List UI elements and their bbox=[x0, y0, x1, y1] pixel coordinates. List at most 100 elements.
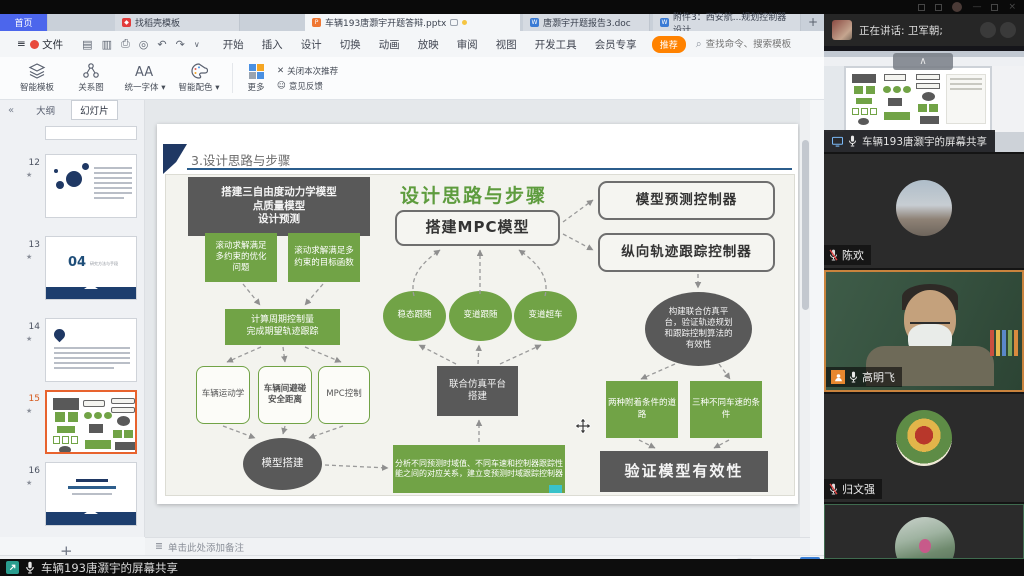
node-vehicle-kinematics[interactable]: 车辆运动学 bbox=[196, 366, 250, 424]
slide-thumb-14[interactable] bbox=[45, 318, 137, 382]
undo-icon[interactable]: ↶ bbox=[157, 38, 166, 51]
screen-share-icon[interactable] bbox=[6, 561, 19, 574]
participant-tile-guiwenqiang[interactable]: 归文强 bbox=[824, 394, 1024, 502]
collapse-preview-button[interactable]: ∧ bbox=[893, 53, 953, 70]
participant-tile-chenhuan[interactable]: 陈欢 bbox=[824, 154, 1024, 268]
save-icon[interactable]: ▤ bbox=[82, 38, 92, 51]
participant-tile-gaomingfei[interactable]: 高明飞 bbox=[824, 270, 1024, 392]
audio-button[interactable] bbox=[980, 22, 996, 38]
menu-view[interactable]: 视图 bbox=[487, 31, 526, 57]
node-build-3dof-model[interactable]: 搭建三自由度动力学模型 点质量模型 设计预测 bbox=[188, 177, 370, 236]
file-menu[interactable]: ≡ 文件 bbox=[8, 31, 72, 57]
mic-icon[interactable] bbox=[25, 561, 35, 574]
tab-doc-report[interactable]: W 唐灏宇开题报告3.doc bbox=[523, 14, 650, 31]
preview-icon[interactable]: ◎ bbox=[139, 38, 149, 51]
node-sim-verification[interactable]: 构建联合仿真平 台，验证轨迹规划 和跟踪控制算法的 有效性 bbox=[645, 292, 752, 366]
close-icon[interactable]: × bbox=[1008, 2, 1016, 12]
menu-membership[interactable]: 会员专享 bbox=[586, 31, 646, 57]
banner-buttons bbox=[980, 22, 1016, 38]
avatar bbox=[896, 180, 952, 236]
relation-chart-button[interactable]: 关系图 bbox=[64, 58, 118, 98]
tab-docer-templates[interactable]: ◆ 找稻壳模板 bbox=[115, 14, 240, 31]
grid-view-icon[interactable] bbox=[935, 4, 942, 11]
node-objective-function[interactable]: 滚动求解满足多 约束的目标函数 bbox=[288, 233, 360, 282]
document-tabbar: 首页 ◆ 找稻壳模板 P 车辆193唐灏宇开题答辩.pptx W 唐灏宇开题报告… bbox=[0, 14, 824, 31]
export-icon[interactable]: ▥ bbox=[102, 38, 112, 51]
menu-start[interactable]: 开始 bbox=[214, 31, 253, 57]
node-model-building[interactable]: 模型搭建 bbox=[243, 438, 322, 490]
tab-slides[interactable]: 幻灯片 bbox=[71, 100, 118, 120]
node-lane-change-overtake[interactable]: 变道超车 bbox=[514, 291, 577, 341]
window-controls: — × bbox=[918, 2, 1016, 12]
menu-insert[interactable]: 插入 bbox=[253, 31, 292, 57]
node-safe-distance[interactable]: 车辆间避碰 安全距离 bbox=[258, 366, 312, 424]
slide-thumb-16[interactable] bbox=[45, 462, 137, 526]
node-speed-conditions[interactable]: 三种不同车速的条 件 bbox=[690, 381, 762, 438]
node-model-predictive-controller[interactable]: 模型预测控制器 bbox=[598, 181, 775, 220]
slide-thumb-partial[interactable] bbox=[45, 126, 137, 140]
node-cosim-platform[interactable]: 联合仿真平台 搭建 bbox=[437, 366, 518, 416]
collapse-panel-icon[interactable]: « bbox=[8, 105, 14, 116]
screen-share-preview[interactable]: ∧ 车辆193唐灏宇的屏幕共享 bbox=[824, 46, 1024, 152]
node-analysis[interactable]: 分析不同预测时域值、不同车速和控制器跟踪性能之间的对应关系，建立变预测时域跟踪控… bbox=[393, 445, 565, 493]
node-longitudinal-tracking-controller[interactable]: 纵向轨迹跟踪控制器 bbox=[598, 233, 775, 272]
menu-transition[interactable]: 切换 bbox=[331, 31, 370, 57]
participant-tile-partial[interactable] bbox=[824, 504, 1024, 559]
node-build-mpc-model[interactable]: 搭建MPC模型 bbox=[395, 210, 560, 246]
new-tab-button[interactable]: + bbox=[808, 15, 818, 29]
slide-thumb-13[interactable]: 04 研究方法与手段 bbox=[45, 236, 137, 300]
ppt-file-icon: P bbox=[312, 18, 321, 27]
node-road-conditions[interactable]: 两种附着条件的道 路 bbox=[606, 381, 678, 438]
tab-outline[interactable]: 大纲 bbox=[28, 101, 63, 119]
smart-color-button[interactable]: 智能配色 ▾ bbox=[172, 58, 226, 98]
node-cycle-control[interactable]: 计算周期控制量 完成期望轨迹跟踪 bbox=[225, 309, 340, 345]
meeting-panel: 正在讲话: 卫军朝; bbox=[824, 14, 1024, 559]
transition-star-icon: ★ bbox=[26, 171, 32, 179]
tab-active-pptx[interactable]: P 车辆193唐灏宇开题答辩.pptx bbox=[305, 14, 520, 31]
tab-doc-attachment[interactable]: W 附件3：西安航...规划控制器设计 bbox=[653, 14, 801, 31]
notes-bar[interactable]: ≣ 单击此处添加备注 bbox=[145, 537, 810, 555]
menu-slideshow[interactable]: 放映 bbox=[409, 31, 448, 57]
print-icon[interactable]: ⎙ bbox=[121, 37, 130, 51]
feedback-link[interactable]: ☺ 意见反馈 bbox=[277, 80, 338, 92]
slide-heading[interactable]: 3.设计思路与步骤 bbox=[191, 150, 290, 169]
minimize-icon[interactable]: — bbox=[972, 2, 981, 12]
share-source-label: 车辆193唐灏宇的屏幕共享 bbox=[824, 130, 995, 152]
node-lane-change-follow[interactable]: 变道跟随 bbox=[449, 291, 512, 341]
close-promo-link[interactable]: ✕ 关闭本次推荐 bbox=[277, 65, 338, 77]
title-flag-shape[interactable] bbox=[163, 144, 187, 174]
command-search[interactable]: ⌕ bbox=[696, 38, 816, 51]
flowchart-title[interactable]: 设计思路与步骤 bbox=[400, 181, 547, 208]
slide-canvas[interactable]: 3.设计思路与步骤 搭建三自由度动力学模型 点质量模型 设计预测 设计思路与步骤… bbox=[157, 124, 798, 504]
node-rolling-optimization[interactable]: 滚动求解满足 多约束的优化 问题 bbox=[205, 233, 277, 282]
menu-animation[interactable]: 动画 bbox=[370, 31, 409, 57]
word-file-icon: W bbox=[530, 18, 539, 27]
unsaved-dot-icon bbox=[462, 20, 467, 25]
menu-review[interactable]: 审阅 bbox=[448, 31, 487, 57]
maximize-icon[interactable] bbox=[991, 4, 998, 11]
node-steady-follow[interactable]: 稳态跟随 bbox=[383, 291, 446, 341]
menu-row: ≡ 文件 ▤ ▥ ⎙ ◎ ↶ ↷ ∨ 开始 插入 设计 切换 动画 放映 审阅 … bbox=[0, 31, 824, 57]
smart-template-button[interactable]: 智能模板 bbox=[10, 58, 64, 98]
more-button[interactable]: 更多 bbox=[239, 58, 273, 98]
bookshelf bbox=[990, 330, 1018, 356]
docer-promo-pill[interactable]: 推荐 bbox=[652, 36, 686, 53]
tab-home[interactable]: 首页 bbox=[0, 14, 48, 31]
search-input[interactable] bbox=[706, 39, 816, 50]
layout-icon[interactable] bbox=[918, 4, 925, 11]
more-dropdown-icon[interactable]: ∨ bbox=[194, 40, 200, 49]
palette-icon bbox=[190, 63, 208, 79]
slide-thumb-15-current[interactable] bbox=[45, 390, 137, 454]
unify-font-button[interactable]: AA 统一字体 ▾ bbox=[118, 58, 172, 98]
comment-bubble-icon[interactable] bbox=[450, 19, 458, 26]
editor-scrollbar-thumb[interactable] bbox=[802, 140, 809, 310]
decor-circle bbox=[56, 181, 64, 189]
node-validate-model[interactable]: 验证模型有效性 bbox=[600, 451, 768, 492]
slide-thumb-12[interactable] bbox=[45, 154, 137, 218]
menu-design[interactable]: 设计 bbox=[292, 31, 331, 57]
video-button[interactable] bbox=[1000, 22, 1016, 38]
avatar bbox=[896, 410, 952, 466]
node-mpc-control[interactable]: MPC控制 bbox=[318, 366, 370, 424]
redo-icon[interactable]: ↷ bbox=[176, 38, 185, 51]
menu-developer[interactable]: 开发工具 bbox=[526, 31, 586, 57]
